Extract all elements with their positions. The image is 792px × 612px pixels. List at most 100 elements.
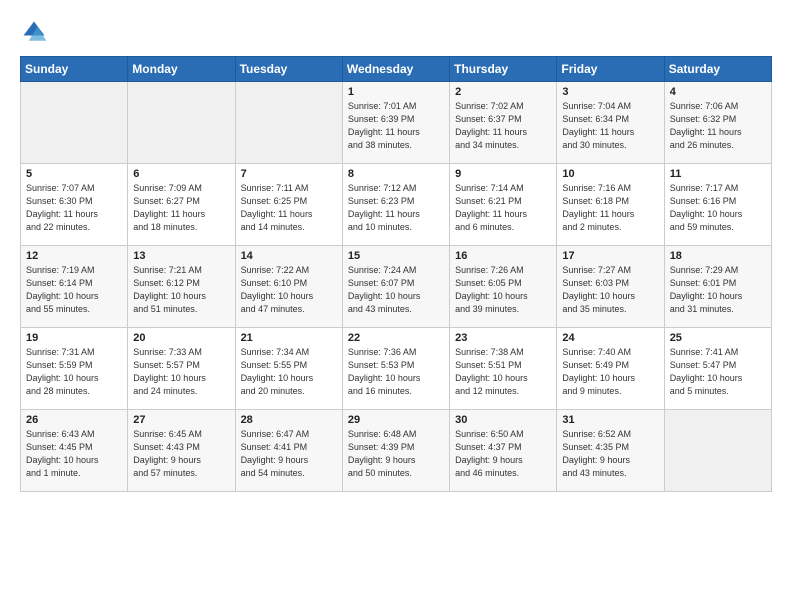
weekday-header-thursday: Thursday (450, 57, 557, 82)
day-number: 20 (133, 332, 229, 344)
day-number: 4 (670, 86, 766, 98)
weekday-header-tuesday: Tuesday (235, 57, 342, 82)
day-info: Sunrise: 7:33 AM Sunset: 5:57 PM Dayligh… (133, 346, 229, 398)
day-number: 26 (26, 414, 122, 426)
week-row-1: 1 Sunrise: 7:01 AM Sunset: 6:39 PM Daylig… (21, 82, 772, 164)
day-number: 1 (348, 86, 444, 98)
day-number: 29 (348, 414, 444, 426)
calendar-cell: 6 Sunrise: 7:09 AM Sunset: 6:27 PM Daylig… (128, 164, 235, 246)
day-number: 21 (241, 332, 337, 344)
day-info: Sunrise: 7:29 AM Sunset: 6:01 PM Dayligh… (670, 264, 766, 316)
day-number: 15 (348, 250, 444, 262)
calendar-cell: 27 Sunrise: 6:45 AM Sunset: 4:43 PM Dayli… (128, 410, 235, 492)
calendar-cell: 15 Sunrise: 7:24 AM Sunset: 6:07 PM Dayli… (342, 246, 449, 328)
day-info: Sunrise: 6:47 AM Sunset: 4:41 PM Dayligh… (241, 428, 337, 480)
day-info: Sunrise: 7:09 AM Sunset: 6:27 PM Dayligh… (133, 182, 229, 234)
day-number: 12 (26, 250, 122, 262)
calendar-cell: 14Sunrise: 7:22 AM Sunset: 6:10 PM Dayli… (235, 246, 342, 328)
day-number: 13 (133, 250, 229, 262)
calendar-cell: 12 Sunrise: 7:19 AM Sunset: 6:14 PM Dayli… (21, 246, 128, 328)
weekday-header-saturday: Saturday (664, 57, 771, 82)
day-info: Sunrise: 7:02 AM Sunset: 6:37 PM Dayligh… (455, 100, 551, 152)
day-info: Sunrise: 6:48 AM Sunset: 4:39 PM Dayligh… (348, 428, 444, 480)
day-info: Sunrise: 7:21 AM Sunset: 6:12 PM Dayligh… (133, 264, 229, 316)
day-info: Sunrise: 6:52 AM Sunset: 4:35 PM Dayligh… (562, 428, 658, 480)
day-info: Sunrise: 7:11 AM Sunset: 6:25 PM Dayligh… (241, 182, 337, 234)
day-number: 24 (562, 332, 658, 344)
day-info: Sunrise: 7:26 AM Sunset: 6:05 PM Dayligh… (455, 264, 551, 316)
calendar-cell: 13 Sunrise: 7:21 AM Sunset: 6:12 PM Dayli… (128, 246, 235, 328)
week-row-5: 26 Sunrise: 6:43 AM Sunset: 4:45 PM Dayli… (21, 410, 772, 492)
day-number: 5 (26, 168, 122, 180)
calendar-cell: 4 Sunrise: 7:06 AM Sunset: 6:32 PM Daylig… (664, 82, 771, 164)
weekday-header-row: SundayMondayTuesdayWednesdayThursdayFrid… (21, 57, 772, 82)
calendar-cell: 2Sunrise: 7:02 AM Sunset: 6:37 PM Daylig… (450, 82, 557, 164)
calendar-cell: 18 Sunrise: 7:29 AM Sunset: 6:01 PM Dayli… (664, 246, 771, 328)
calendar-cell: 3Sunrise: 7:04 AM Sunset: 6:34 PM Daylig… (557, 82, 664, 164)
day-number: 6 (133, 168, 229, 180)
day-info: Sunrise: 6:45 AM Sunset: 4:43 PM Dayligh… (133, 428, 229, 480)
calendar-cell: 8 Sunrise: 7:12 AM Sunset: 6:23 PM Daylig… (342, 164, 449, 246)
calendar-cell (664, 410, 771, 492)
weekday-header-friday: Friday (557, 57, 664, 82)
day-number: 17 (562, 250, 658, 262)
week-row-3: 12 Sunrise: 7:19 AM Sunset: 6:14 PM Dayli… (21, 246, 772, 328)
day-info: Sunrise: 7:06 AM Sunset: 6:32 PM Dayligh… (670, 100, 766, 152)
day-number: 27 (133, 414, 229, 426)
day-number: 3 (562, 86, 658, 98)
day-number: 22 (348, 332, 444, 344)
calendar: SundayMondayTuesdayWednesdayThursdayFrid… (20, 56, 772, 492)
day-number: 7 (241, 168, 337, 180)
calendar-cell: 22 Sunrise: 7:36 AM Sunset: 5:53 PM Dayli… (342, 328, 449, 410)
week-row-4: 19Sunrise: 7:31 AM Sunset: 5:59 PM Dayli… (21, 328, 772, 410)
logo (20, 18, 52, 46)
page: SundayMondayTuesdayWednesdayThursdayFrid… (0, 0, 792, 510)
day-info: Sunrise: 6:50 AM Sunset: 4:37 PM Dayligh… (455, 428, 551, 480)
header (20, 18, 772, 46)
day-info: Sunrise: 7:31 AM Sunset: 5:59 PM Dayligh… (26, 346, 122, 398)
calendar-cell: 23 Sunrise: 7:38 AM Sunset: 5:51 PM Dayli… (450, 328, 557, 410)
day-info: Sunrise: 7:01 AM Sunset: 6:39 PM Dayligh… (348, 100, 444, 152)
calendar-cell (128, 82, 235, 164)
calendar-cell: 24 Sunrise: 7:40 AM Sunset: 5:49 PM Dayli… (557, 328, 664, 410)
calendar-cell: 17 Sunrise: 7:27 AM Sunset: 6:03 PM Dayli… (557, 246, 664, 328)
calendar-cell: 19Sunrise: 7:31 AM Sunset: 5:59 PM Dayli… (21, 328, 128, 410)
calendar-cell: 10Sunrise: 7:16 AM Sunset: 6:18 PM Dayli… (557, 164, 664, 246)
day-number: 28 (241, 414, 337, 426)
weekday-header-sunday: Sunday (21, 57, 128, 82)
calendar-cell: 28 Sunrise: 6:47 AM Sunset: 4:41 PM Dayli… (235, 410, 342, 492)
day-number: 16 (455, 250, 551, 262)
day-info: Sunrise: 7:27 AM Sunset: 6:03 PM Dayligh… (562, 264, 658, 316)
calendar-cell (235, 82, 342, 164)
calendar-cell: 20 Sunrise: 7:33 AM Sunset: 5:57 PM Dayli… (128, 328, 235, 410)
day-number: 25 (670, 332, 766, 344)
day-info: Sunrise: 7:19 AM Sunset: 6:14 PM Dayligh… (26, 264, 122, 316)
day-number: 9 (455, 168, 551, 180)
calendar-cell: 1 Sunrise: 7:01 AM Sunset: 6:39 PM Daylig… (342, 82, 449, 164)
calendar-cell: 30 Sunrise: 6:50 AM Sunset: 4:37 PM Dayli… (450, 410, 557, 492)
day-info: Sunrise: 7:36 AM Sunset: 5:53 PM Dayligh… (348, 346, 444, 398)
calendar-cell (21, 82, 128, 164)
weekday-header-monday: Monday (128, 57, 235, 82)
day-number: 14 (241, 250, 337, 262)
day-number: 30 (455, 414, 551, 426)
calendar-cell: 26 Sunrise: 6:43 AM Sunset: 4:45 PM Dayli… (21, 410, 128, 492)
calendar-cell: 9Sunrise: 7:14 AM Sunset: 6:21 PM Daylig… (450, 164, 557, 246)
day-info: Sunrise: 7:12 AM Sunset: 6:23 PM Dayligh… (348, 182, 444, 234)
day-number: 23 (455, 332, 551, 344)
day-info: Sunrise: 7:40 AM Sunset: 5:49 PM Dayligh… (562, 346, 658, 398)
day-number: 8 (348, 168, 444, 180)
day-info: Sunrise: 7:17 AM Sunset: 6:16 PM Dayligh… (670, 182, 766, 234)
calendar-cell: 31Sunrise: 6:52 AM Sunset: 4:35 PM Dayli… (557, 410, 664, 492)
day-info: Sunrise: 7:38 AM Sunset: 5:51 PM Dayligh… (455, 346, 551, 398)
calendar-cell: 16 Sunrise: 7:26 AM Sunset: 6:05 PM Dayli… (450, 246, 557, 328)
calendar-cell: 5 Sunrise: 7:07 AM Sunset: 6:30 PM Daylig… (21, 164, 128, 246)
day-info: Sunrise: 7:41 AM Sunset: 5:47 PM Dayligh… (670, 346, 766, 398)
day-number: 10 (562, 168, 658, 180)
day-info: Sunrise: 6:43 AM Sunset: 4:45 PM Dayligh… (26, 428, 122, 480)
calendar-cell: 11Sunrise: 7:17 AM Sunset: 6:16 PM Dayli… (664, 164, 771, 246)
day-info: Sunrise: 7:24 AM Sunset: 6:07 PM Dayligh… (348, 264, 444, 316)
day-number: 18 (670, 250, 766, 262)
calendar-cell: 29 Sunrise: 6:48 AM Sunset: 4:39 PM Dayli… (342, 410, 449, 492)
day-info: Sunrise: 7:07 AM Sunset: 6:30 PM Dayligh… (26, 182, 122, 234)
